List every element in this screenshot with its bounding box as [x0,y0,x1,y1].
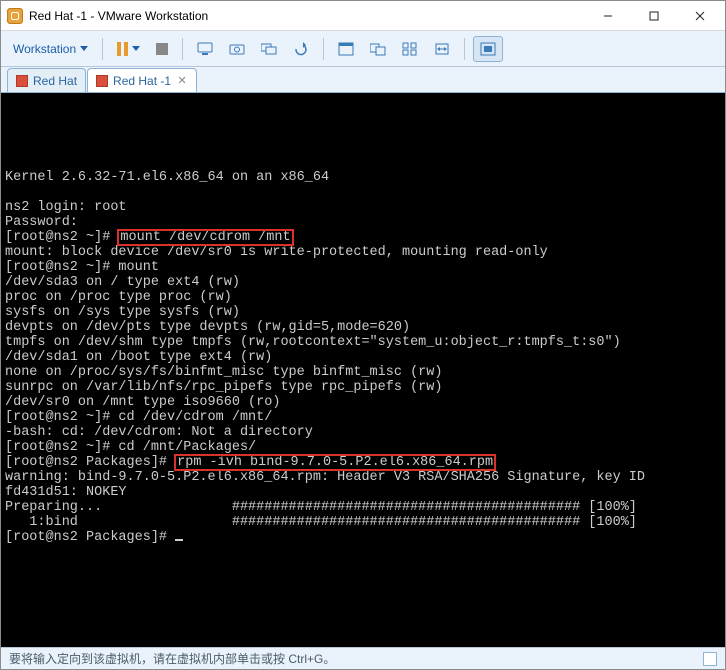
revert-snapshot-button[interactable] [287,36,315,62]
text-cursor [175,539,183,541]
terminal-line: warning: bind-9.7.0-5.P2.el6.x86_64.rpm:… [5,470,645,485]
send-ctrl-alt-del-button[interactable] [191,36,219,62]
stretch-icon [434,42,450,56]
fullscreen-icon [338,42,354,56]
terminal-line: tmpfs on /dev/shm type tmpfs (rw,rootcon… [5,335,621,350]
separator [102,38,103,60]
vm-tabs: Red Hat Red Hat -1 ✕ [1,67,725,93]
tab-redhat-1[interactable]: Red Hat -1 ✕ [87,68,197,92]
chevron-down-icon [80,46,88,51]
terminal-line: proc on /proc type proc (rw) [5,290,232,305]
stretch-button[interactable] [428,36,456,62]
revert-icon [293,42,309,56]
stop-button[interactable] [150,36,174,62]
status-text: 要将输入定向到该虚拟机，请在虚拟机内部单击或按 Ctrl+G。 [9,650,335,667]
terminal-line: fd431d51: NOKEY [5,485,127,500]
minimize-button[interactable] [585,1,631,31]
tab-close-button[interactable]: ✕ [176,75,188,87]
close-button[interactable] [677,1,723,31]
snapshot-button[interactable] [223,36,251,62]
ctrl-alt-del-icon [197,42,213,56]
pause-button[interactable] [111,36,146,62]
snapshot-manager-button[interactable] [255,36,283,62]
terminal-line: ns2 login: root [5,200,127,215]
terminal-line: mount: block device /dev/sr0 is write-pr… [5,245,548,260]
status-icon[interactable] [703,652,717,666]
tab-label: Red Hat -1 [113,74,171,88]
terminal-line: devpts on /dev/pts type devpts (rw,gid=5… [5,320,410,335]
terminal-line: /dev/sda3 on / type ext4 (rw) [5,275,240,290]
window-title: Red Hat -1 - VMware Workstation [29,9,585,23]
thumbnail-button[interactable] [396,36,424,62]
tab-redhat[interactable]: Red Hat [7,68,86,92]
terminal-line: 1:bind #################################… [5,515,637,530]
terminal-line: Password: [5,215,78,230]
pause-icon [117,42,128,56]
tab-label: Red Hat [33,74,77,88]
terminal-line: [root@ns2 ~]# mount /dev/cdrom /mnt [5,230,293,245]
terminal-line: sysfs on /sys type sysfs (rw) [5,305,240,320]
terminal-line: /dev/sr0 on /mnt type iso9660 (ro) [5,395,280,410]
terminal-line: [root@ns2 ~]# mount [5,260,159,275]
workstation-menu[interactable]: Workstation [7,36,94,62]
terminal-line: /dev/sda1 on /boot type ext4 (rw) [5,350,272,365]
chevron-down-icon [132,46,140,51]
stop-icon [156,43,168,55]
snapshot-manager-icon [261,42,277,56]
terminal-line: [root@ns2 ~]# cd /dev/cdrom /mnt/ [5,410,272,425]
autofit-icon [480,42,496,56]
vm-icon [16,75,28,87]
unity-button[interactable] [364,36,392,62]
autofit-button[interactable] [473,36,503,62]
terminal-line: [root@ns2 Packages]# [5,530,183,545]
terminal-line: -bash: cd: /dev/cdrom: Not a directory [5,425,313,440]
terminal-line: Kernel 2.6.32-71.el6.x86_64 on an x86_64 [5,170,329,185]
highlighted-command: rpm -ivh bind-9.7.0-5.P2.el6.x86_64.rpm [175,455,495,470]
highlighted-command: mount /dev/cdrom /mnt [118,230,292,245]
terminal-line: sunrpc on /var/lib/nfs/rpc_pipefs type r… [5,380,442,395]
status-bar: 要将输入定向到该虚拟机，请在虚拟机内部单击或按 Ctrl+G。 [1,647,725,669]
camera-icon [229,42,245,56]
vm-icon [96,75,108,87]
unity-icon [370,42,386,56]
terminal-line: none on /proc/sys/fs/binfmt_misc type bi… [5,365,442,380]
main-toolbar: Workstation [1,31,725,67]
terminal-line: [root@ns2 Packages]# rpm -ivh bind-9.7.0… [5,455,495,470]
app-icon [7,8,23,24]
maximize-button[interactable] [631,1,677,31]
vm-console[interactable]: Kernel 2.6.32-71.el6.x86_64 on an x86_64… [1,93,725,647]
terminal-line: [root@ns2 ~]# cd /mnt/Packages/ [5,440,256,455]
separator [182,38,183,60]
fullscreen-button[interactable] [332,36,360,62]
window-titlebar: Red Hat -1 - VMware Workstation [1,1,725,31]
thumbnail-icon [402,42,418,56]
separator [323,38,324,60]
terminal-line: Preparing... ###########################… [5,500,637,515]
separator [464,38,465,60]
